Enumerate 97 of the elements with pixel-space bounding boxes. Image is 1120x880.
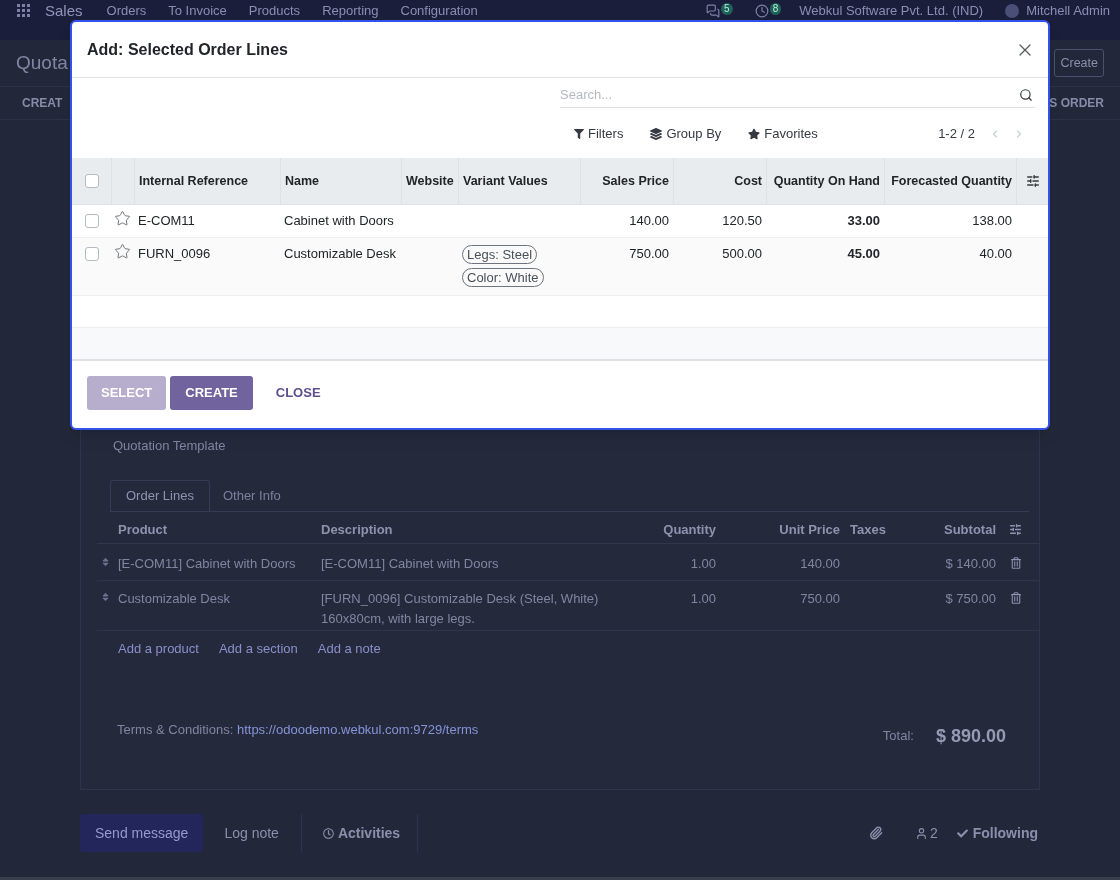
- search-option-button[interactable]: Favorites: [748, 123, 818, 144]
- column-header[interactable]: Forecasted Quantity: [891, 171, 1012, 191]
- favorite-star-icon[interactable]: [114, 210, 131, 227]
- dialog-action-button[interactable]: CREATE: [170, 376, 253, 410]
- search-field[interactable]: Search...: [560, 82, 1035, 108]
- action-button[interactable]: CREAT: [22, 94, 63, 112]
- column-header[interactable]: Quantity: [663, 519, 716, 540]
- unit-price-value: 750.00: [800, 590, 840, 608]
- company-name[interactable]: Webkul Software Pvt. Ltd. (IND): [799, 4, 984, 17]
- column-header[interactable]: Description: [321, 519, 393, 540]
- tab[interactable]: Other Info: [209, 480, 294, 511]
- column-header[interactable]: Website: [406, 171, 454, 191]
- column-header[interactable]: Sales Price: [602, 171, 669, 191]
- menu-item[interactable]: Reporting: [322, 4, 379, 17]
- person-icon[interactable]: [914, 826, 928, 840]
- following-status[interactable]: Following: [972, 822, 1038, 844]
- up-down-arrows-icon[interactable]: [101, 557, 109, 567]
- column-header[interactable]: Unit Price: [779, 519, 840, 540]
- terms-link[interactable]: https://odoodemo.webkul.com:9729/terms: [236, 722, 479, 737]
- subtotal-value: $ 140.00: [945, 555, 996, 573]
- column-header[interactable]: Cost: [734, 171, 762, 191]
- internal-reference: FURN_0096: [138, 246, 211, 262]
- quantity-on-hand: 33.00: [847, 213, 880, 229]
- column-header[interactable]: Subtotal: [944, 519, 996, 540]
- star-icon: [748, 127, 761, 140]
- column-header[interactable]: Product: [118, 519, 168, 540]
- user-avatar[interactable]: [1005, 3, 1020, 18]
- favorite-star-icon[interactable]: [114, 243, 131, 260]
- field-label: Quotation Template: [113, 438, 226, 453]
- app-name[interactable]: Sales: [45, 3, 83, 18]
- checkbox[interactable]: [84, 214, 99, 228]
- line-description: [FURN_0096] Customizable Desk (Steel, White) 160x80cm, with large legs.: [321, 590, 599, 628]
- activities-count-badge: 8: [769, 2, 782, 15]
- product-name: Customizable Desk: [118, 590, 230, 608]
- total-amount: $ 890.00: [935, 724, 1006, 748]
- add-line-link[interactable]: Add a note: [317, 639, 381, 659]
- column-header[interactable]: Variant Values: [463, 171, 548, 191]
- followers-count[interactable]: 2: [929, 822, 938, 844]
- add-line-link[interactable]: Add a section: [218, 639, 298, 659]
- terms-and-conditions: Terms & Conditions: https://odoodemo.webkul.com:9729/terms: [117, 722, 479, 738]
- cost-value: 500.00: [722, 246, 762, 262]
- internal-reference: E-COM11: [138, 213, 195, 229]
- apps-grid-icon[interactable]: [17, 4, 30, 17]
- checkbox[interactable]: [84, 247, 99, 261]
- sales-price: 750.00: [629, 246, 669, 262]
- clock-icon[interactable]: [754, 3, 769, 18]
- paperclip-icon[interactable]: [868, 826, 883, 840]
- quantity-on-hand: 45.00: [847, 246, 880, 262]
- check-icon: [956, 827, 968, 839]
- sliders-icon[interactable]: [1025, 174, 1040, 188]
- menu-item[interactable]: Orders: [106, 4, 147, 17]
- menu-item[interactable]: Configuration: [400, 4, 478, 17]
- subtotal-value: $ 750.00: [945, 590, 996, 608]
- unit-price-value: 140.00: [800, 555, 840, 573]
- tab[interactable]: Order Lines: [110, 480, 210, 511]
- dialog-title: Add: Selected Order Lines: [87, 39, 288, 60]
- total-label: Total:: [882, 727, 914, 746]
- user-name[interactable]: Mitchell Admin: [1026, 4, 1110, 17]
- sales-price: 140.00: [629, 213, 669, 229]
- sliders-icon[interactable]: [1009, 523, 1022, 536]
- create-button[interactable]: Create: [1054, 49, 1104, 77]
- product-row[interactable]: FURN_0096 Customizable Desk Legs: Steel Color: White 750.00 500.00 45.00 40.00: [72, 238, 1048, 296]
- cost-value: 120.50: [722, 213, 762, 229]
- column-header[interactable]: Taxes: [850, 519, 886, 540]
- chat-bubbles-icon[interactable]: [706, 3, 721, 18]
- forecasted-quantity: 40.00: [979, 246, 1012, 262]
- column-header[interactable]: Name: [285, 171, 320, 191]
- log-note-button[interactable]: Log note: [203, 814, 302, 852]
- search-icon[interactable]: [1019, 88, 1033, 102]
- send-message-button[interactable]: Send message: [80, 814, 204, 852]
- trash-icon[interactable]: [1010, 592, 1021, 604]
- quantity-value: 1.00: [690, 590, 716, 608]
- forecasted-quantity: 138.00: [972, 213, 1012, 229]
- search-option-button[interactable]: Filters: [574, 123, 624, 144]
- up-down-arrows-icon[interactable]: [101, 592, 109, 602]
- add-line-link[interactable]: Add a product: [118, 639, 199, 659]
- trash-icon[interactable]: [1010, 557, 1021, 569]
- action-button[interactable]: S ORDER: [1049, 94, 1104, 112]
- search-option-button[interactable]: Group By: [650, 123, 722, 144]
- column-header[interactable]: Internal Reference: [139, 171, 249, 191]
- menu-item[interactable]: Products: [248, 4, 301, 17]
- column-header[interactable]: Quantity On Hand: [773, 171, 880, 191]
- page-title: Quota: [16, 50, 68, 75]
- quantity-value: 1.00: [690, 555, 716, 573]
- product-name: Cabinet with Doors: [284, 213, 394, 229]
- clock-icon: [322, 827, 334, 839]
- close-dialog-button[interactable]: CLOSE: [260, 376, 336, 410]
- product-name: Customizable Desk: [284, 246, 396, 262]
- checkbox[interactable]: [84, 174, 99, 188]
- filter-icon: [574, 128, 584, 139]
- layers-icon: [650, 127, 663, 140]
- product-name: [E-COM11] Cabinet with Doors: [118, 555, 296, 573]
- menu-item[interactable]: To Invoice: [168, 4, 227, 17]
- activities-button[interactable]: Activities: [301, 814, 419, 852]
- messages-count-badge: 5: [721, 2, 733, 15]
- product-row[interactable]: E-COM11 Cabinet with Doors 140.00 120.50 33.00 138.00: [72, 205, 1048, 238]
- line-description: [E-COM11] Cabinet with Doors: [321, 555, 499, 573]
